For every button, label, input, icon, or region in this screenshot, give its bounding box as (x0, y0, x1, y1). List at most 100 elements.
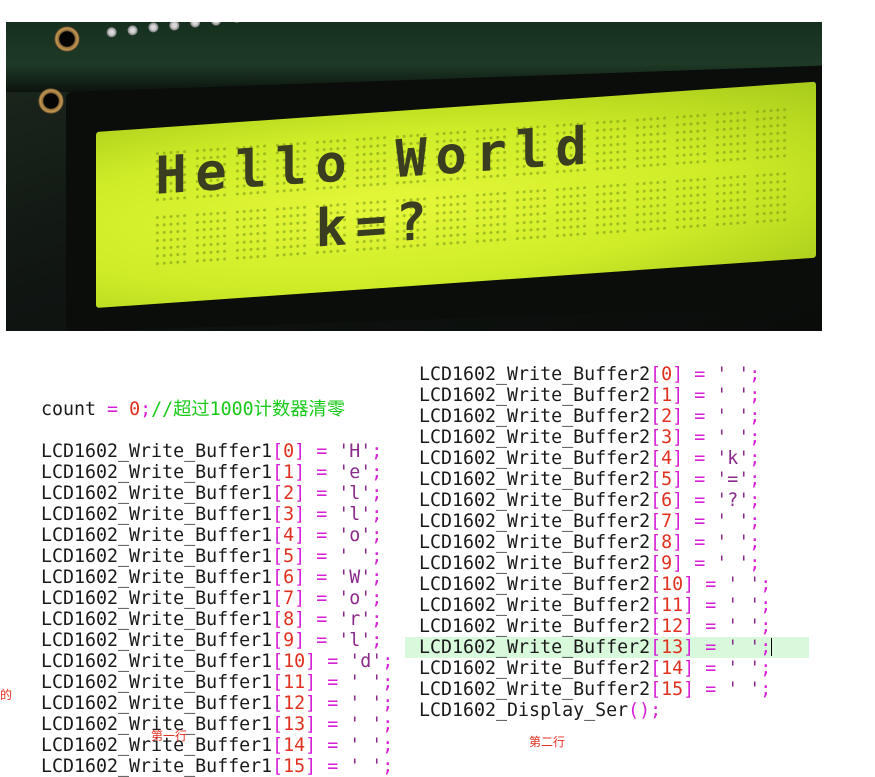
buffer-assignment-line[interactable]: LCD1602_Write_Buffer1[7] = 'o'; (41, 588, 393, 609)
buffer-assignment-line[interactable]: LCD1602_Write_Buffer2[8] = ' '; (419, 532, 772, 553)
close-bracket: ] (672, 427, 684, 448)
display-call-line[interactable]: LCD1602_Display_Ser(); (419, 700, 772, 721)
buffer-assignment-line[interactable]: LCD1602_Write_Buffer2[12] = ' '; (419, 616, 772, 637)
buffer-assignment-line[interactable]: LCD1602_Write_Buffer1[12] = ' '; (41, 693, 393, 714)
buffer-assignment-line[interactable]: LCD1602_Write_Buffer2[5] = '='; (419, 469, 772, 490)
semicolon: ; (749, 364, 761, 385)
buffer-name: LCD1602_Write_Buffer2 (419, 574, 651, 595)
buffer-assignment-line[interactable]: LCD1602_Write_Buffer2[4] = 'k'; (419, 448, 772, 469)
buffer-assignment-line[interactable]: LCD1602_Write_Buffer2[2] = ' '; (419, 406, 772, 427)
buffer-assignment-line[interactable]: LCD1602_Write_Buffer1[8] = 'r'; (41, 609, 393, 630)
open-bracket: [ (650, 427, 662, 448)
buffer-index: 7 (661, 511, 673, 532)
lcd-char-cell: l (234, 139, 268, 201)
char-literal: 'W' (338, 567, 372, 588)
buffer-assignment-line[interactable]: LCD1602_Write_Buffer2[14] = ' '; (419, 658, 772, 679)
close-bracket: ] (683, 595, 695, 616)
buffer-assignment-line[interactable]: LCD1602_Write_Buffer2[13] = ' '; (404, 637, 810, 658)
lcd-char (434, 192, 468, 248)
assign-operator: = (316, 651, 350, 672)
open-bracket: [ (272, 483, 284, 504)
buffer-name: LCD1602_Write_Buffer2 (419, 553, 651, 574)
buffer-assignment-line[interactable]: LCD1602_Write_Buffer2[1] = ' '; (419, 385, 772, 406)
assign-operator: = (305, 462, 339, 483)
buffer-index: 8 (661, 532, 673, 553)
lcd-char: o (315, 133, 347, 196)
buffer-assignment-line[interactable]: LCD1602_Write_Buffer1[2] = 'l'; (41, 483, 393, 504)
close-bracket: ] (672, 490, 684, 511)
semicolon: ; (749, 553, 761, 574)
semicolon: ; (371, 504, 383, 525)
buffer-assignment-line[interactable]: LCD1602_Write_Buffer2[15] = ' '; (419, 679, 772, 700)
buffer-name: LCD1602_Write_Buffer1 (41, 672, 273, 693)
semicolon: ; (382, 735, 394, 756)
lcd-char-cell (434, 191, 468, 249)
open-bracket: [ (650, 406, 662, 427)
buffer-assignment-line[interactable]: LCD1602_Write_Buffer2[11] = ' '; (419, 595, 772, 616)
char-literal: ' ' (349, 735, 383, 756)
close-bracket: ] (294, 546, 306, 567)
buffer-assignment-line[interactable]: LCD1602_Write_Buffer1[3] = 'l'; (41, 504, 393, 525)
open-bracket: [ (272, 630, 284, 651)
buffer-assignment-line[interactable]: LCD1602_Write_Buffer1[13] = ' '; (41, 714, 393, 735)
semicolon: ; (371, 483, 383, 504)
semicolon: ; (371, 441, 383, 462)
close-bracket: ] (294, 504, 306, 525)
buffer-assignment-line[interactable]: LCD1602_Write_Buffer2[3] = ' '; (419, 427, 772, 448)
open-bracket: [ (650, 574, 662, 595)
buffer-name: LCD1602_Write_Buffer2 (419, 427, 651, 448)
lcd-char (634, 178, 668, 234)
buffer-assignment-line[interactable]: LCD1602_Write_Buffer2[10] = ' '; (419, 574, 772, 595)
lcd-char-cell: d (554, 117, 588, 179)
assign-operator: = (694, 616, 728, 637)
lcd-char: = (355, 194, 387, 257)
lcd-char (554, 184, 588, 240)
semicolon: ; (371, 525, 383, 546)
buffer-index: 6 (661, 490, 673, 511)
buffer-index: 0 (661, 364, 673, 385)
open-bracket: [ (650, 658, 662, 679)
close-bracket: ] (305, 672, 317, 693)
buffer-assignment-line[interactable]: LCD1602_Write_Buffer1[6] = 'W'; (41, 567, 393, 588)
buffer-assignment-line[interactable]: LCD1602_Write_Buffer2[7] = ' '; (419, 511, 772, 532)
open-bracket: [ (650, 616, 662, 637)
buffer-assignment-line[interactable]: LCD1602_Write_Buffer2[6] = '?'; (419, 490, 772, 511)
close-bracket: ] (683, 679, 695, 700)
buffer-index: 4 (661, 448, 673, 469)
call-parens: () (628, 700, 651, 721)
buffer-assignment-line[interactable]: LCD1602_Write_Buffer1[9] = 'l'; (41, 630, 393, 651)
open-bracket: [ (272, 651, 284, 672)
buffer-assignment-line[interactable]: LCD1602_Write_Buffer1[15] = ' '; (41, 756, 393, 777)
close-bracket: ] (683, 658, 695, 679)
assign-operator: = (683, 364, 717, 385)
assign-operator: = (683, 511, 717, 532)
lcd-char-cell (474, 189, 508, 246)
buffer-assignment-line[interactable]: LCD1602_Write_Buffer1[4] = 'o'; (41, 525, 393, 546)
lcd-char: H (155, 144, 187, 207)
buffer-assignment-line[interactable]: LCD1602_Write_Buffer1[5] = ' '; (41, 546, 393, 567)
lcd-char-cell (714, 172, 748, 229)
lcd-char (274, 203, 308, 259)
buffer-assignment-line[interactable]: LCD1602_Write_Buffer1[1] = 'e'; (41, 462, 393, 483)
buffer-name: LCD1602_Write_Buffer1 (41, 567, 273, 588)
buffer-assignment-line[interactable]: LCD1602_Write_Buffer1[10] = 'd'; (41, 651, 393, 672)
buffer-assignment-line[interactable]: LCD1602_Write_Buffer2[0] = ' '; (419, 364, 772, 385)
close-bracket: ] (305, 756, 317, 777)
lcd-char (474, 189, 508, 245)
assign-operator: = (683, 553, 717, 574)
buffer-assignment-line[interactable]: LCD1602_Write_Buffer1[0] = 'H'; (41, 441, 393, 462)
code-identifier: count (41, 399, 97, 420)
buffer-assignment-line[interactable]: LCD1602_Write_Buffer2[9] = ' '; (419, 553, 772, 574)
buffer-assignment-line[interactable]: LCD1602_Write_Buffer1[11] = ' '; (41, 672, 393, 693)
buffer-index: 14 (283, 735, 306, 756)
open-bracket: [ (272, 441, 284, 462)
close-bracket: ] (683, 616, 695, 637)
lcd-char (594, 117, 628, 173)
semicolon: ; (371, 630, 383, 651)
char-literal: ' ' (349, 693, 383, 714)
open-bracket: [ (650, 469, 662, 490)
close-bracket: ] (294, 630, 306, 651)
buffer-name: LCD1602_Write_Buffer2 (419, 490, 651, 511)
buffer-assignment-line[interactable]: LCD1602_Write_Buffer1[14] = ' '; (41, 735, 393, 756)
close-bracket: ] (294, 567, 306, 588)
